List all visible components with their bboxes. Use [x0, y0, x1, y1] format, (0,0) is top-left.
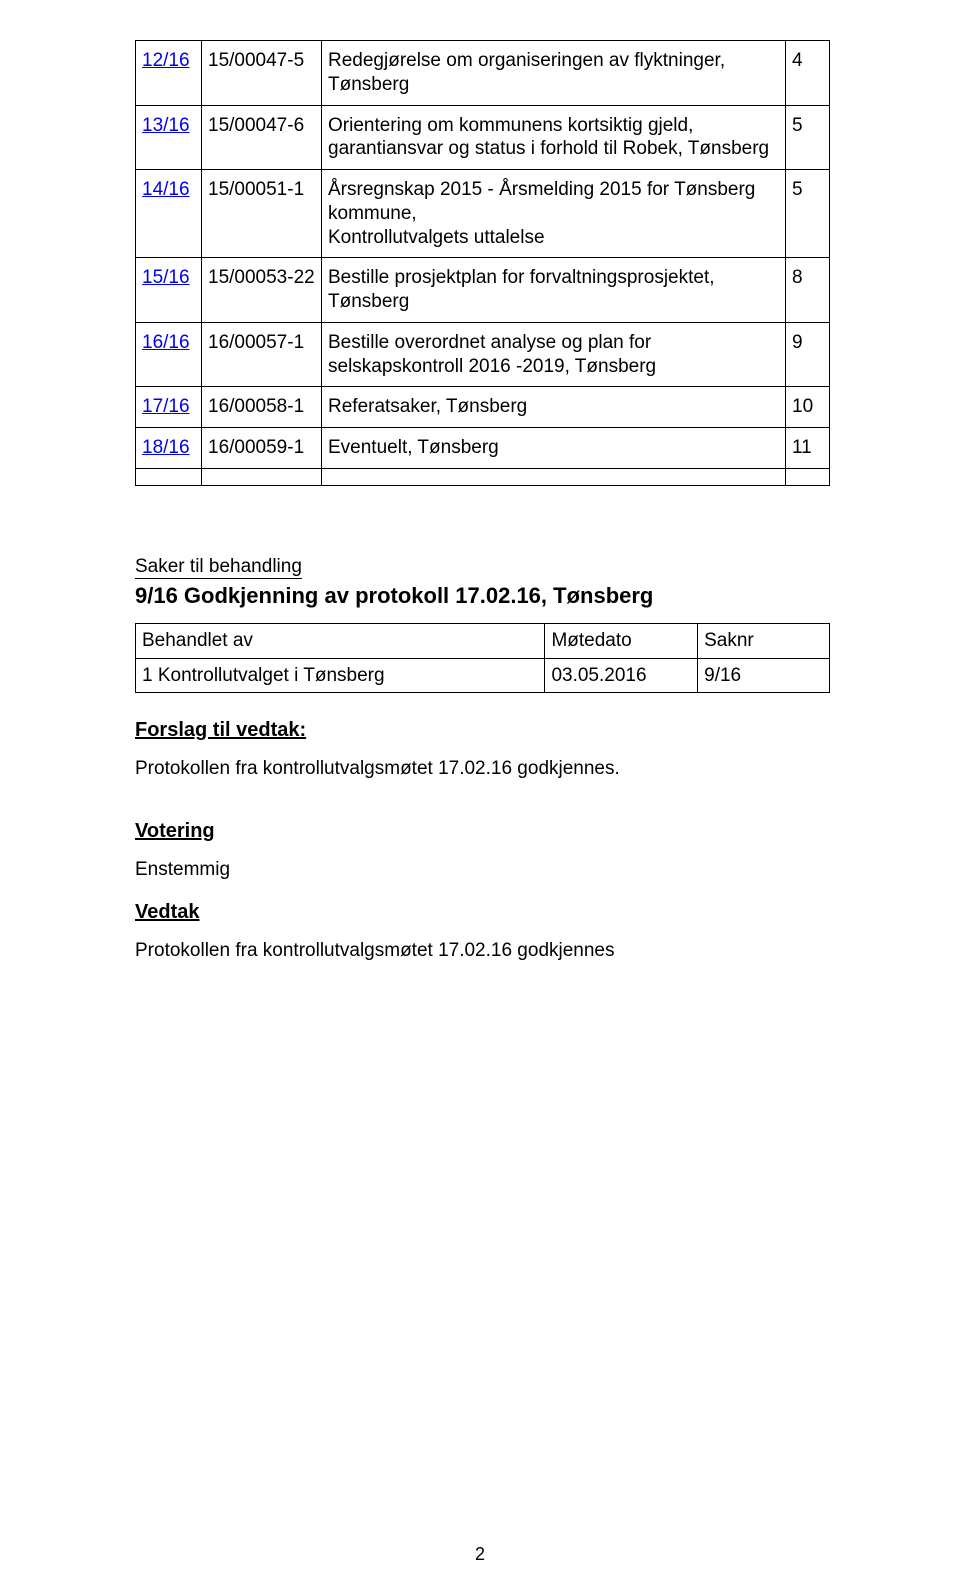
- vedtak-heading: Vedtak: [135, 901, 830, 924]
- table-row: 18/16 16/00059-1Eventuelt, Tønsberg11: [136, 428, 830, 469]
- agenda-item-page: 11: [786, 428, 830, 469]
- agenda-item-title: Årsregnskap 2015 - Årsmelding 2015 for T…: [322, 170, 786, 258]
- agenda-item-page: [786, 468, 830, 485]
- meta-cell-behandlet: 1 Kontrollutvalget i Tønsberg: [136, 658, 545, 693]
- agenda-item-link[interactable]: 16/16: [142, 332, 190, 353]
- agenda-item-title: Bestille overordnet analyse og plan for …: [322, 322, 786, 387]
- agenda-item-number[interactable]: 17/16: [136, 387, 202, 428]
- agenda-item-page: 5: [786, 170, 830, 258]
- agenda-item-number[interactable]: 12/16: [136, 41, 202, 106]
- agenda-item-page: 10: [786, 387, 830, 428]
- table-row: Behandlet av Møtedato Saknr: [136, 623, 830, 658]
- agenda-item-title: Orientering om kommunens kortsiktig gjel…: [322, 105, 786, 170]
- agenda-item-number[interactable]: 15/16: [136, 258, 202, 323]
- meta-cell-motedato: 03.05.2016: [545, 658, 698, 693]
- agenda-item-page: 9: [786, 322, 830, 387]
- table-row: 17/16 16/00058-1Referatsaker, Tønsberg10: [136, 387, 830, 428]
- agenda-item-link[interactable]: 15/16: [142, 267, 190, 288]
- agenda-item-number[interactable]: 16/16: [136, 322, 202, 387]
- agenda-item-link[interactable]: 18/16: [142, 437, 190, 458]
- votering-heading: Votering: [135, 820, 830, 843]
- meta-cell-saknr: 9/16: [698, 658, 830, 693]
- section-title: 9/16 Godkjenning av protokoll 17.02.16, …: [135, 583, 830, 609]
- forslag-text: Protokollen fra kontrollutvalgsmøtet 17.…: [135, 756, 830, 782]
- agenda-item-title: Bestille prosjektplan for forvaltningspr…: [322, 258, 786, 323]
- agenda-item-number[interactable]: 13/16: [136, 105, 202, 170]
- agenda-item-ref: 16/00057-1: [202, 322, 322, 387]
- agenda-item-link[interactable]: 14/16: [142, 179, 190, 200]
- agenda-item-page: 4: [786, 41, 830, 106]
- section-label: Saker til behandling: [135, 556, 302, 579]
- table-row: 14/16 15/00051-1Årsregnskap 2015 - Årsmel…: [136, 170, 830, 258]
- table-row: 13/16 15/00047-6Orientering om kommunens …: [136, 105, 830, 170]
- vedtak-text: Protokollen fra kontrollutvalgsmøtet 17.…: [135, 938, 830, 964]
- table-row: 12/16 15/00047-5Redegjørelse om organiser…: [136, 41, 830, 106]
- agenda-item-title: Redegjørelse om organiseringen av flyktn…: [322, 41, 786, 106]
- agenda-item-title: [322, 468, 786, 485]
- agenda-item-ref: 15/00047-5: [202, 41, 322, 106]
- section-label-wrapper: Saker til behandling: [135, 556, 830, 579]
- table-row: 16/16 16/00057-1Bestille overordnet analy…: [136, 322, 830, 387]
- agenda-item-title: Referatsaker, Tønsberg: [322, 387, 786, 428]
- agenda-item-ref: 16/00058-1: [202, 387, 322, 428]
- agenda-item-page: 5: [786, 105, 830, 170]
- agenda-item-number[interactable]: 18/16: [136, 428, 202, 469]
- meta-table: Behandlet av Møtedato Saknr 1 Kontrollut…: [135, 623, 830, 694]
- table-row: [136, 468, 830, 485]
- table-row: 1 Kontrollutvalget i Tønsberg 03.05.2016…: [136, 658, 830, 693]
- page-number: 2: [0, 1544, 960, 1565]
- agenda-item-ref: [202, 468, 322, 485]
- votering-text: Enstemmig: [135, 857, 830, 883]
- meta-header-motedato: Møtedato: [545, 623, 698, 658]
- agenda-item-ref: 15/00047-6: [202, 105, 322, 170]
- agenda-item-page: 8: [786, 258, 830, 323]
- agenda-item-number: [136, 468, 202, 485]
- agenda-item-ref: 16/00059-1: [202, 428, 322, 469]
- table-row: 15/16 15/00053-22Bestille prosjektplan fo…: [136, 258, 830, 323]
- forslag-heading: Forslag til vedtak:: [135, 719, 830, 742]
- agenda-item-ref: 15/00051-1: [202, 170, 322, 258]
- agenda-item-title: Eventuelt, Tønsberg: [322, 428, 786, 469]
- agenda-table: 12/16 15/00047-5Redegjørelse om organiser…: [135, 40, 830, 486]
- agenda-item-number[interactable]: 14/16: [136, 170, 202, 258]
- meta-header-saknr: Saknr: [698, 623, 830, 658]
- agenda-item-link[interactable]: 13/16: [142, 115, 190, 136]
- agenda-item-link[interactable]: 12/16: [142, 50, 190, 71]
- agenda-item-link[interactable]: 17/16: [142, 396, 190, 417]
- agenda-item-ref: 15/00053-22: [202, 258, 322, 323]
- document-page: 12/16 15/00047-5Redegjørelse om organiser…: [0, 0, 960, 1593]
- meta-header-behandlet: Behandlet av: [136, 623, 545, 658]
